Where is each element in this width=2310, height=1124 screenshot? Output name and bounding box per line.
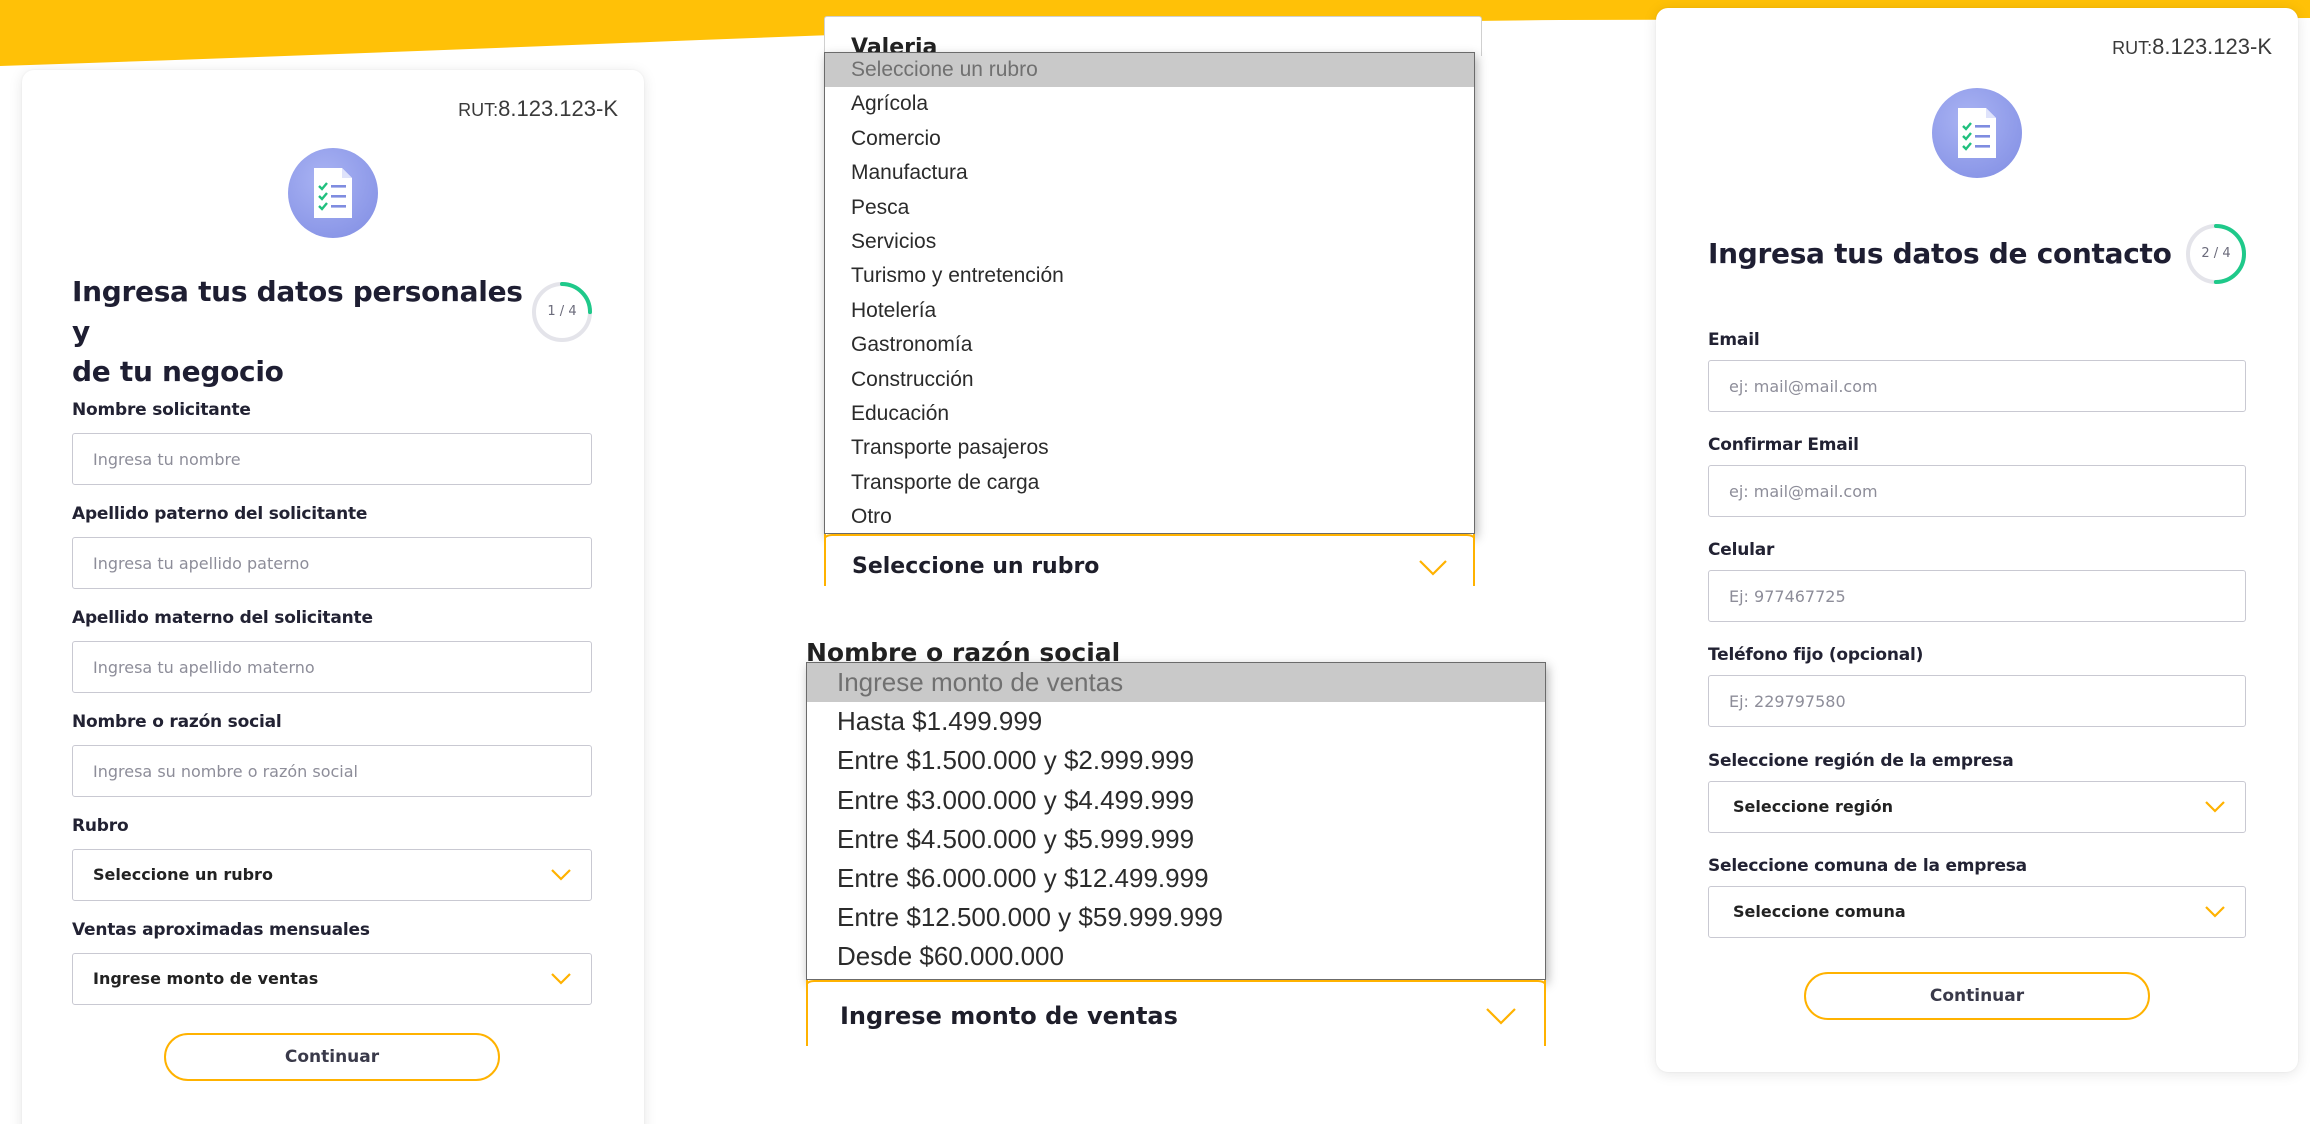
contact-data-card: RUT:8.123.123-K Ingresa tus datos de con… <box>1656 8 2298 1072</box>
celular-field[interactable] <box>1708 570 2246 622</box>
continue-button-1[interactable]: Continuar <box>164 1033 500 1081</box>
razon-social-label: Nombre o razón social <box>72 712 282 732</box>
rubro-option[interactable]: Comercio <box>825 122 1474 156</box>
checklist-document-icon <box>1932 88 2022 178</box>
chevron-down-icon <box>1486 1008 1516 1025</box>
card1-title-line2: de tu negocio <box>72 355 284 388</box>
apellido-paterno-input[interactable] <box>72 537 592 589</box>
apellido-materno-input[interactable] <box>72 641 592 693</box>
email-field[interactable] <box>1708 360 2246 412</box>
rubro-peek-input: Valeria <box>824 16 1482 60</box>
rubro-option[interactable]: Otro <box>825 500 1474 534</box>
rut-label: RUT: <box>458 100 499 120</box>
ventas-select-value: Ingrese monto de ventas <box>93 969 319 988</box>
ventas-select[interactable]: Ingrese monto de ventas <box>72 953 592 1005</box>
ventas-option[interactable]: Entre $6.000.000 y $12.499.999 <box>807 859 1545 898</box>
ventas-option[interactable]: Hasta $1.499.999 <box>807 702 1545 741</box>
anchor-top-border <box>806 980 1546 986</box>
apellido-materno-label: Apellido materno del solicitante <box>72 608 373 628</box>
step-progress-ring-2: 2 / 4 <box>2184 222 2248 286</box>
email-label: Email <box>1708 330 1760 350</box>
telefono-fijo-label: Teléfono fijo (opcional) <box>1708 645 1924 665</box>
rubro-label: Rubro <box>72 816 129 836</box>
chevron-down-icon <box>2205 906 2225 918</box>
razon-social-input[interactable] <box>72 745 592 797</box>
card1-title: Ingresa tus datos personales y de tu neg… <box>72 272 532 392</box>
comuna-select-value: Seleccione comuna <box>1733 902 1906 921</box>
comuna-label: Seleccione comuna de la empresa <box>1708 856 2027 876</box>
nombre-label: Nombre solicitante <box>72 400 251 420</box>
confirm-email-label: Confirmar Email <box>1708 435 1859 455</box>
rut-value: 8.123.123-K <box>498 96 618 121</box>
checklist-document-icon <box>288 148 378 238</box>
card1-title-line1: Ingresa tus datos personales y <box>72 275 523 348</box>
rubro-option[interactable]: Pesca <box>825 191 1474 225</box>
rubro-option[interactable]: Transporte de carga <box>825 466 1474 500</box>
rubro-option[interactable]: Transporte pasajeros <box>825 431 1474 465</box>
chevron-down-icon <box>551 869 571 881</box>
ventas-option[interactable]: Entre $1.500.000 y $2.999.999 <box>807 741 1545 780</box>
chevron-down-icon <box>2205 801 2225 813</box>
ventas-option[interactable]: Ingrese monto de ventas <box>807 663 1545 703</box>
rut-label: RUT: <box>2112 38 2153 58</box>
ventas-label: Ventas aproximadas mensuales <box>72 920 370 940</box>
anchor-top-border <box>824 534 1475 540</box>
ventas-options-list: Ingrese monto de ventas Hasta $1.499.999 E… <box>806 662 1546 980</box>
region-select[interactable]: Seleccione región <box>1708 781 2246 833</box>
nombre-input[interactable] <box>72 433 592 485</box>
rut-value: 8.123.123-K <box>2152 34 2272 59</box>
rubro-option[interactable]: Servicios <box>825 225 1474 259</box>
rubro-anchor-value: Seleccione un rubro <box>852 554 1100 579</box>
rubro-option[interactable]: Turismo y entretención <box>825 259 1474 293</box>
region-label: Seleccione región de la empresa <box>1708 751 2014 771</box>
rut-display: RUT:8.123.123-K <box>2112 34 2272 60</box>
chevron-down-icon <box>551 973 571 985</box>
ventas-option[interactable]: Entre $4.500.000 y $5.999.999 <box>807 820 1545 859</box>
rubro-select[interactable]: Seleccione un rubro <box>72 849 592 901</box>
region-select-value: Seleccione región <box>1733 797 1894 816</box>
rubro-option[interactable]: Gastronomía <box>825 328 1474 362</box>
step-progress-ring-1: 1 / 4 <box>530 280 594 344</box>
ventas-option[interactable]: Desde $60.000.000 <box>807 937 1545 976</box>
rubro-option[interactable]: Hotelería <box>825 294 1474 328</box>
ventas-option[interactable]: Entre $12.500.000 y $59.999.999 <box>807 898 1545 937</box>
rubro-select-value: Seleccione un rubro <box>93 865 273 884</box>
apellido-paterno-label: Apellido paterno del solicitante <box>72 504 368 524</box>
continue-button-2[interactable]: Continuar <box>1804 972 2150 1020</box>
ventas-dropdown-anchor[interactable]: Ingrese monto de ventas <box>806 980 1546 1046</box>
rubro-option[interactable]: Construcción <box>825 363 1474 397</box>
step-counter-1: 1 / 4 <box>547 304 577 319</box>
personal-data-card: RUT:8.123.123-K Ingresa tus datos person… <box>22 70 644 1124</box>
card2-title: Ingresa tus datos de contacto <box>1708 237 2172 270</box>
confirm-email-field[interactable] <box>1708 465 2246 517</box>
ventas-option[interactable]: Entre $3.000.000 y $4.499.999 <box>807 781 1545 820</box>
comuna-select[interactable]: Seleccione comuna <box>1708 886 2246 938</box>
rubro-option[interactable]: Manufactura <box>825 156 1474 190</box>
telefono-fijo-field[interactable] <box>1708 675 2246 727</box>
chevron-down-icon <box>1419 560 1447 576</box>
rubro-options-list: Seleccione un rubro Agrícola Comercio Manuf… <box>824 52 1475 534</box>
celular-label: Celular <box>1708 540 1775 560</box>
rubro-option[interactable]: Agrícola <box>825 87 1474 121</box>
rubro-option[interactable]: Seleccione un rubro <box>825 53 1474 88</box>
ventas-anchor-value: Ingrese monto de ventas <box>840 1002 1178 1030</box>
step-counter-2: 2 / 4 <box>2201 246 2231 261</box>
rubro-dropdown-anchor[interactable]: Seleccione un rubro <box>824 534 1475 586</box>
rut-display: RUT:8.123.123-K <box>458 96 618 122</box>
rubro-option[interactable]: Educación <box>825 397 1474 431</box>
